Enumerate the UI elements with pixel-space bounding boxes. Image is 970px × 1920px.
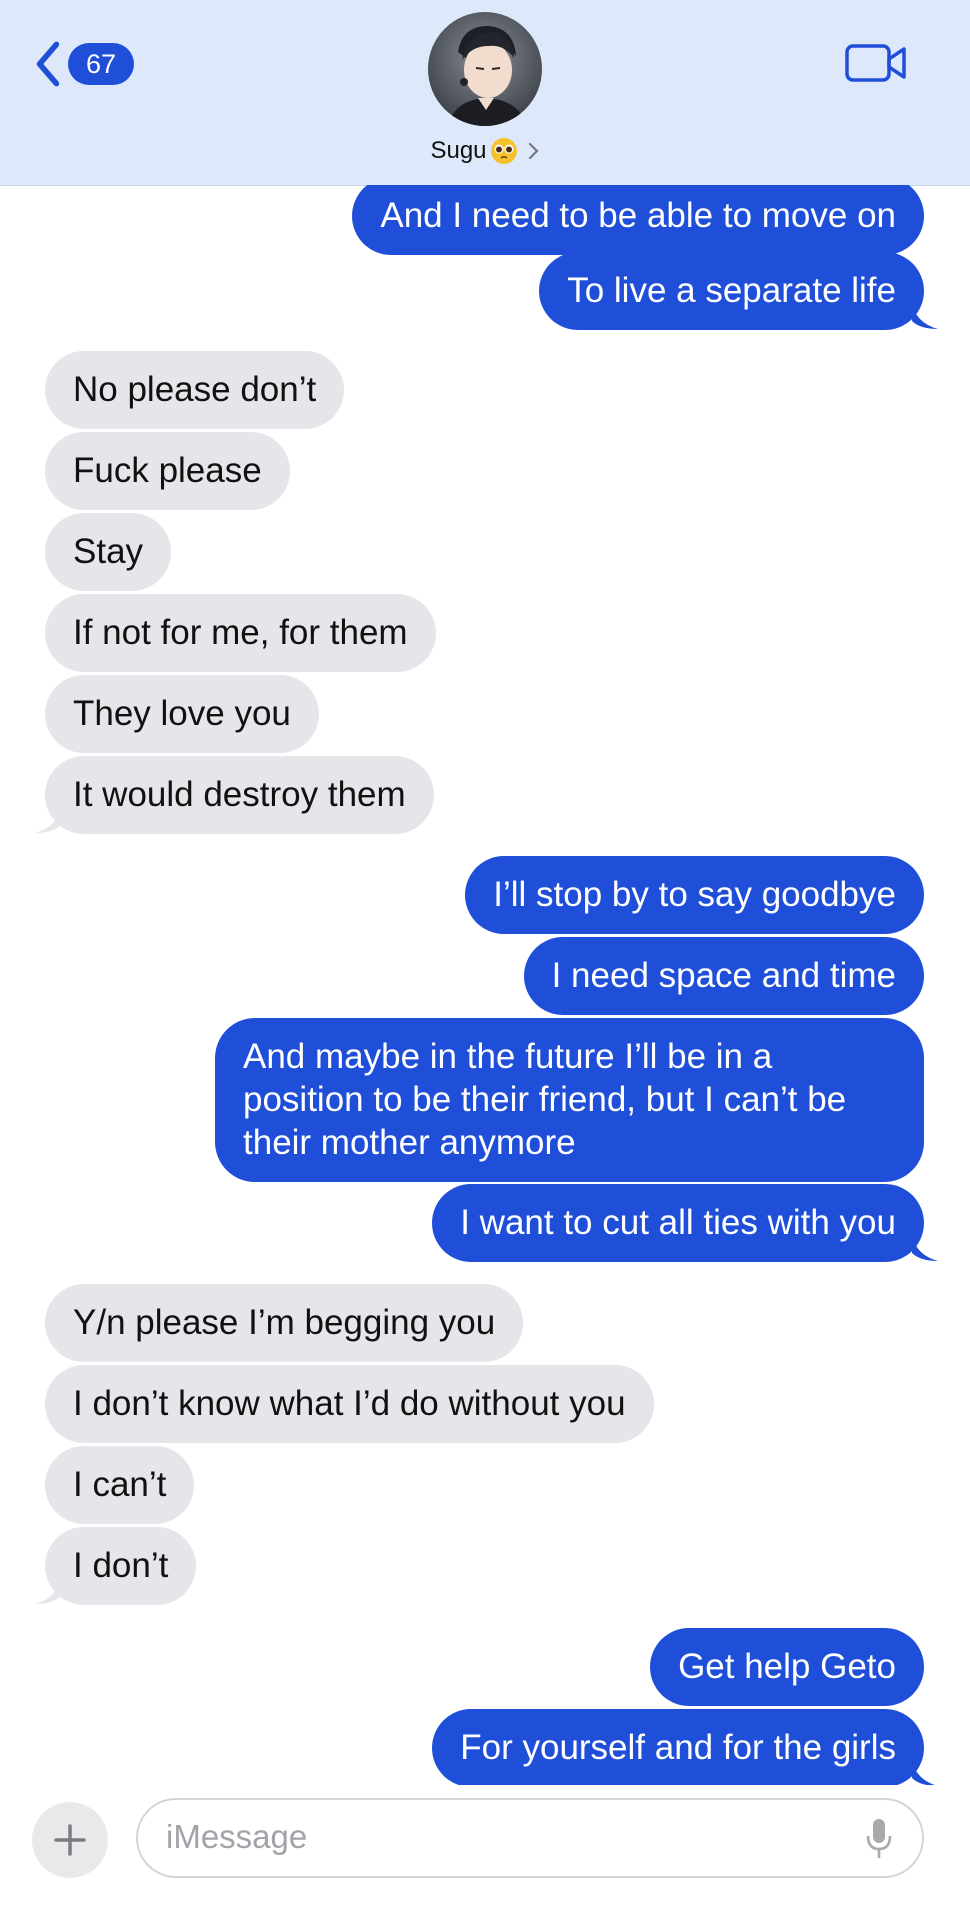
message-bubble-incoming[interactable]: They love you [45,675,319,753]
message-bubble-outgoing[interactable]: I need space and time [523,937,924,1015]
message-text: Y/n please I’m begging you [73,1303,496,1342]
pleading-face-emoji-icon [490,138,517,164]
message-bubble-incoming[interactable]: It would destroy them [45,756,434,834]
message-bubble-incoming[interactable]: No please don’t [45,351,345,429]
contact-name: Sugu [430,137,487,164]
message-text: Stay [73,532,144,571]
message-bubble-outgoing[interactable]: I want to cut all ties with you [432,1184,924,1262]
message-text: I need space and time [551,956,896,995]
message-text: And I need to be able to move on [380,196,896,235]
message-text: I don’t know what I’d do without you [73,1384,626,1423]
message-bubble-incoming[interactable]: Stay [45,513,172,591]
message-text: I’ll stop by to say goodbye [493,875,896,914]
chevron-left-icon [36,41,60,87]
message-bubble-incoming[interactable]: I don’t [45,1527,197,1605]
message-bubble-outgoing[interactable]: I’ll stop by to say goodbye [465,856,924,934]
message-bubble-incoming[interactable]: I can’t [45,1446,195,1524]
message-bubble-incoming[interactable]: Y/n please I’m begging you [45,1284,524,1362]
message-text: I don’t [73,1546,169,1585]
message-text: No please don’t [73,370,317,409]
message-bubble-outgoing[interactable]: For yourself and for the girls [432,1709,924,1785]
message-bubble-outgoing[interactable]: To live a separate life [539,252,924,330]
message-bubble-outgoing[interactable]: Get help Geto [650,1628,924,1706]
unread-count-badge: 67 [68,43,134,85]
chevron-right-icon [528,142,539,160]
message-text: And maybe in the future I’ll be in a pos… [243,1037,847,1162]
contact-avatar[interactable] [428,12,542,126]
message-bubble-outgoing[interactable]: And I need to be able to move on [352,185,924,255]
video-call-icon[interactable] [845,42,907,84]
contact-name-button[interactable]: Sugu [0,137,970,165]
message-text: For yourself and for the girls [460,1728,896,1767]
avatar-image [428,12,542,126]
bubble-tail [912,303,938,329]
plus-icon [54,1824,86,1856]
bubble-tail [912,1760,935,1785]
message-text: I can’t [73,1465,167,1504]
bubble-tail [35,1578,61,1604]
microphone-icon[interactable] [866,1818,892,1860]
apps-plus-button[interactable] [32,1802,108,1878]
message-text: Fuck please [73,451,262,490]
back-button[interactable]: 67 [34,38,134,90]
conversation-header: 67 Sugu [0,0,970,186]
message-bubble-incoming[interactable]: I don’t know what I’d do without you [45,1365,654,1443]
message-text: If not for me, for them [73,613,408,652]
message-bubble-incoming[interactable]: If not for me, for them [45,594,436,672]
message-input[interactable]: iMessage [136,1798,924,1878]
message-bubble-incoming[interactable]: Fuck please [45,432,290,510]
bubble-tail [35,807,61,833]
message-text: Get help Geto [678,1647,896,1686]
message-composer: iMessage [0,1785,970,1920]
message-text: I want to cut all ties with you [460,1203,896,1242]
message-text: To live a separate life [567,271,896,310]
message-list[interactable]: And I need to be able to move on To live… [0,185,970,1785]
message-input-placeholder: iMessage [166,1818,308,1855]
message-text: They love you [73,694,291,733]
message-bubble-outgoing[interactable]: And maybe in the future I’ll be in a pos… [215,1018,924,1182]
bubble-tail [912,1235,938,1261]
message-text: It would destroy them [73,775,406,814]
